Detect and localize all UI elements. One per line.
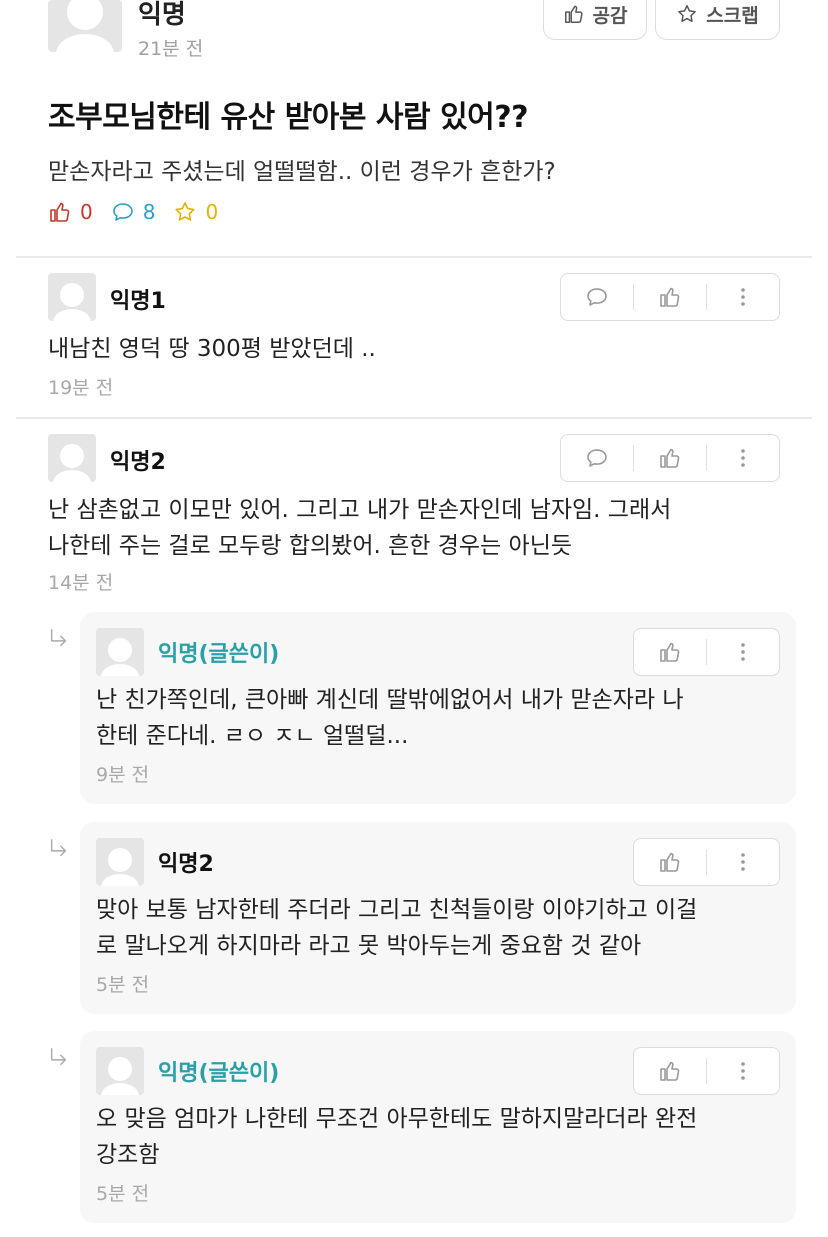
reply-text-line: 한테 준다네. ㄹㅇ ㅈㄴ 얼떨덜...: [96, 723, 409, 749]
like-button[interactable]: [634, 1048, 706, 1094]
scrap-button-label: 스크랩: [706, 4, 759, 27]
speech-bubble-icon: [585, 285, 609, 309]
more-button[interactable]: [707, 629, 779, 675]
more-vertical-icon: [731, 285, 755, 309]
thumbs-up-icon: [658, 285, 682, 309]
reply-text-line: 강조함: [96, 1142, 160, 1168]
comment-time: 19분 전: [48, 377, 114, 399]
reply-text-line: 로 말나오게 하지마라 라고 못 박아두는게 중요함 것 같아: [96, 933, 642, 959]
avatar[interactable]: [48, 273, 96, 321]
more-vertical-icon: [731, 640, 755, 664]
comment: 익명2 난 삼촌없고 이모만 있어. 그리고 내가 맏손자인데 남자임. 그래서…: [48, 434, 780, 602]
more-vertical-icon: [731, 850, 755, 874]
comment-time: 14분 전: [48, 572, 114, 594]
like-button-label: 공감: [592, 4, 628, 27]
comment-count-value: 8: [142, 200, 156, 224]
comment-text-line: 난 삼촌없고 이모만 있어. 그리고 내가 맏손자인데 남자임. 그래서: [48, 497, 672, 523]
thumbs-up-icon: [563, 3, 585, 25]
reply-button[interactable]: [561, 435, 633, 481]
thumbs-up-icon: [658, 1059, 682, 1083]
like-button[interactable]: [634, 435, 706, 481]
avatar[interactable]: [96, 1047, 144, 1095]
scrap-count-value: 0: [205, 200, 219, 224]
star-icon: [676, 3, 698, 25]
thumbs-up-icon: [658, 640, 682, 664]
comment-author: 익명2: [110, 450, 166, 475]
more-button[interactable]: [707, 274, 779, 320]
reply-button[interactable]: [561, 274, 633, 320]
reply-author: 익명(글쓴이): [158, 1061, 280, 1086]
comment-text-line: 나한테 주는 걸로 모두랑 합의봤어. 흔한 경우는 아닌듯: [48, 533, 573, 559]
post-body: 맏손자라고 주셨는데 얼떨떨함.. 이런 경우가 흔한가?: [48, 159, 556, 185]
scrap-button[interactable]: 스크랩: [655, 0, 780, 40]
comment-text: 난 삼촌없고 이모만 있어. 그리고 내가 맏손자인데 남자임. 그래서 나한테…: [48, 492, 768, 564]
reply-text-line: 오 맞음 엄마가 나한테 무조건 아무한테도 말하지말라더라 완전: [96, 1106, 698, 1132]
like-button[interactable]: [634, 629, 706, 675]
comment: 익명1 내남친 영덕 땅 300평 받았던데 .. 19분 전: [48, 273, 780, 403]
reply-comment: 익명(글쓴이) 오 맞음 엄마가 나한테 무조건 아무한테도 말하지말라더라 완…: [80, 1031, 796, 1223]
reply-comment: 익명(글쓴이) 난 친가쪽인데, 큰아빠 계신데 딸밖에없어서 내가 맏손자라 …: [80, 612, 796, 804]
comment-text: 내남친 영덕 땅 300평 받았던데 ..: [48, 336, 376, 362]
reply-actions: [633, 1047, 780, 1095]
post-time: 21분 전: [138, 38, 204, 60]
reply-author: 익명2: [158, 852, 214, 877]
avatar[interactable]: [96, 838, 144, 886]
more-button[interactable]: [707, 1048, 779, 1094]
post-author: 익명: [138, 0, 186, 30]
scrap-count: 0: [173, 200, 218, 224]
comment-author: 익명1: [110, 289, 166, 314]
comment-actions: [560, 434, 780, 482]
comment-actions: [560, 273, 780, 321]
thumbs-up-icon: [658, 850, 682, 874]
divider: [16, 256, 812, 258]
reply-time: 9분 전: [96, 764, 150, 786]
reply-text: 난 친가쪽인데, 큰아빠 계신데 딸밖에없어서 내가 맏손자라 나 한테 준다네…: [96, 682, 786, 754]
avatar[interactable]: [48, 434, 96, 482]
like-button[interactable]: 공감: [543, 0, 647, 40]
reply-time: 5분 전: [96, 1183, 150, 1205]
like-button[interactable]: [634, 839, 706, 885]
speech-bubble-icon: [585, 446, 609, 470]
reply-text: 맞아 보통 남자한테 주더라 그리고 친척들이랑 이야기하고 이걸 로 말나오게…: [96, 892, 786, 964]
reply-actions: [633, 838, 780, 886]
reply-arrow-icon: [48, 838, 70, 860]
post-stats: 0 8 0: [48, 200, 218, 224]
reply-author: 익명(글쓴이): [158, 642, 280, 667]
more-button[interactable]: [707, 839, 779, 885]
more-vertical-icon: [731, 446, 755, 470]
reply-time: 5분 전: [96, 974, 150, 996]
reply-text: 오 맞음 엄마가 나한테 무조건 아무한테도 말하지말라더라 완전 강조함: [96, 1101, 786, 1173]
thumbs-up-icon: [658, 446, 682, 470]
avatar[interactable]: [48, 0, 122, 52]
like-count: 0: [48, 200, 93, 224]
more-button[interactable]: [707, 435, 779, 481]
comment-count: 8: [111, 200, 156, 224]
like-count-value: 0: [80, 200, 93, 224]
post-title: 조부모님한테 유산 받아본 사람 있어??: [48, 100, 529, 135]
reply-arrow-icon: [48, 628, 70, 650]
thumbs-up-icon: [48, 200, 72, 224]
like-button[interactable]: [634, 274, 706, 320]
post-header: 익명 21분 전 공감 스크랩: [48, 0, 788, 68]
speech-bubble-icon: [111, 200, 135, 224]
reply-text-line: 난 친가쪽인데, 큰아빠 계신데 딸밖에없어서 내가 맏손자라 나: [96, 687, 684, 713]
reply-actions: [633, 628, 780, 676]
reply-comment: 익명2 맞아 보통 남자한테 주더라 그리고 친척들이랑 이야기하고 이걸 로 …: [80, 822, 796, 1014]
star-icon: [173, 200, 197, 224]
divider: [16, 417, 812, 419]
more-vertical-icon: [731, 1059, 755, 1083]
reply-text-line: 맞아 보통 남자한테 주더라 그리고 친척들이랑 이야기하고 이걸: [96, 897, 698, 923]
avatar[interactable]: [96, 628, 144, 676]
reply-arrow-icon: [48, 1047, 70, 1069]
